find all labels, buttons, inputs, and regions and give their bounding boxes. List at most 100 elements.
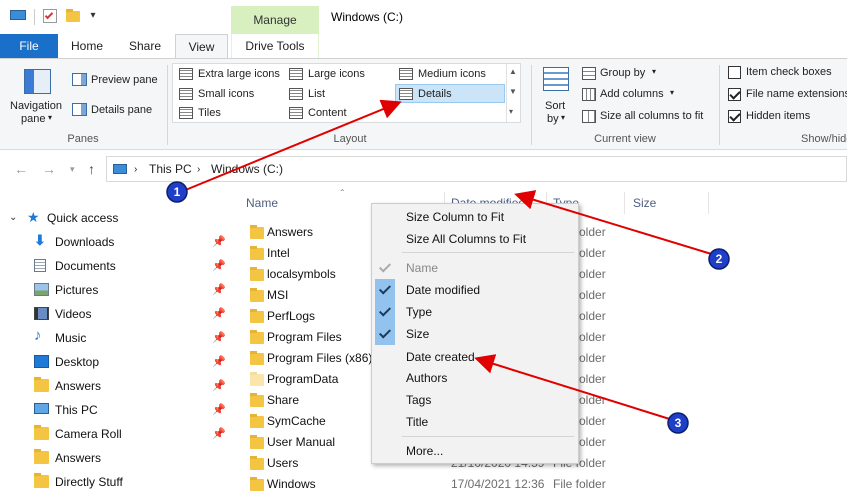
size-all-columns-button[interactable]: Size all columns to fit xyxy=(600,110,703,122)
nav-item-directly-stuff[interactable]: Directly Stuff xyxy=(0,470,236,494)
sort-dropdown-icon[interactable]: ▾ xyxy=(561,113,565,122)
new-folder-icon[interactable] xyxy=(66,9,80,22)
layout-details[interactable]: Details xyxy=(395,84,505,103)
navigation-pane-button[interactable]: Navigation xyxy=(10,100,62,112)
nav-item-this-pc[interactable]: This PC 📌 xyxy=(0,398,236,422)
item-check-boxes-checkbox[interactable] xyxy=(728,66,741,79)
customize-toolbar-icon[interactable]: ▾ xyxy=(86,9,100,23)
check-icon xyxy=(375,257,395,279)
menu-column-type[interactable]: Type xyxy=(372,301,578,323)
nav-item-downloads[interactable]: ⬇ Downloads 📌 xyxy=(0,230,236,254)
address-bar[interactable]: › This PC › Windows (C:) xyxy=(106,156,847,182)
menu-column-tags[interactable]: Tags xyxy=(372,389,578,411)
layout-scrollbar[interactable]: ▲ ▼ ▾ xyxy=(506,64,519,122)
back-arrow-icon[interactable]: ← xyxy=(14,161,28,177)
layout-small-icons[interactable]: Small icons xyxy=(176,85,286,104)
scroll-down-icon[interactable]: ▼ xyxy=(509,87,517,96)
small-icons-icon xyxy=(179,88,193,100)
breadcrumb-separator-icon[interactable]: › xyxy=(197,164,200,175)
breadcrumb-windows-c[interactable]: Windows (C:) xyxy=(211,162,283,176)
preview-pane-button[interactable]: Preview pane xyxy=(91,74,158,86)
nav-item-music[interactable]: ♪ Music 📌 xyxy=(0,326,236,350)
file-name: Users xyxy=(267,456,299,470)
nav-item-videos[interactable]: Videos 📌 xyxy=(0,302,236,326)
nav-pane-dropdown-icon[interactable]: ▾ xyxy=(48,113,52,122)
layout-item-label: Tiles xyxy=(198,107,221,119)
folder-icon xyxy=(34,425,49,440)
nav-item-documents[interactable]: Documents 📌 xyxy=(0,254,236,278)
nav-item-label: Downloads xyxy=(55,235,115,249)
add-columns-button[interactable]: Add columns xyxy=(600,88,664,100)
folder-icon xyxy=(250,330,264,344)
tiles-icon xyxy=(179,107,193,119)
menu-column-date-modified[interactable]: Date modified xyxy=(372,279,578,301)
recent-locations-icon[interactable]: ▾ xyxy=(70,164,75,175)
tab-file[interactable]: File xyxy=(0,34,58,58)
menu-item-label: Tags xyxy=(406,393,432,407)
details-pane-button[interactable]: Details pane xyxy=(91,104,152,116)
nav-item-answers[interactable]: Answers 📌 xyxy=(0,374,236,398)
breadcrumb-this-pc[interactable]: This PC xyxy=(149,162,192,176)
layout-medium-icons[interactable]: Medium icons xyxy=(396,65,506,84)
folder-icon xyxy=(250,435,264,449)
file-row[interactable]: Windows 17/04/2021 12:36 File folder xyxy=(244,474,847,495)
navigation-pane-label-line2: pane xyxy=(21,113,46,125)
navigation-pane-icon[interactable] xyxy=(24,69,51,94)
tab-share[interactable]: Share xyxy=(120,34,170,58)
column-divider[interactable] xyxy=(708,192,709,214)
check-icon xyxy=(375,279,395,301)
layout-large-icons[interactable]: Large icons xyxy=(286,65,396,84)
check-icon xyxy=(375,301,395,323)
nav-item-label: Videos xyxy=(55,307,92,321)
folder-icon xyxy=(250,309,264,323)
expand-gallery-icon[interactable]: ▾ xyxy=(509,107,513,116)
manage-context-tab[interactable]: Manage xyxy=(231,6,319,34)
folder-icon xyxy=(250,393,264,407)
sort-by-label-line2: by xyxy=(547,113,559,125)
layout-list[interactable]: List xyxy=(286,85,396,104)
layout-item-label: List xyxy=(308,88,326,100)
menu-more[interactable]: More... xyxy=(372,440,578,462)
group-by-dropdown-icon[interactable]: ▾ xyxy=(652,67,656,76)
file-name: Program Files (x86) xyxy=(267,351,373,365)
layout-item-label: Details xyxy=(418,88,452,100)
chevron-down-icon[interactable]: ⌄ xyxy=(9,212,17,223)
breadcrumb-separator-icon[interactable]: › xyxy=(134,164,137,175)
properties-icon[interactable] xyxy=(43,9,57,23)
scroll-up-icon[interactable]: ▲ xyxy=(509,67,517,76)
column-header-size[interactable]: Size xyxy=(633,188,703,218)
tab-home[interactable]: Home xyxy=(62,34,112,58)
menu-column-size[interactable]: Size xyxy=(372,323,578,345)
up-arrow-icon[interactable]: ↑ xyxy=(88,161,95,177)
layout-content[interactable]: Content xyxy=(286,104,396,123)
group-divider xyxy=(167,65,168,145)
tab-drive-tools[interactable]: Drive Tools xyxy=(231,34,319,58)
menu-size-column-to-fit[interactable]: Size Column to Fit xyxy=(372,206,578,228)
file-name: MSI xyxy=(267,288,289,302)
quick-access[interactable]: ⌄ ★ Quick access xyxy=(0,206,236,230)
menu-column-title[interactable]: Title xyxy=(372,411,578,433)
menu-size-all-columns-to-fit[interactable]: Size All Columns to Fit xyxy=(372,228,578,250)
folder-icon xyxy=(250,246,264,260)
group-by-button[interactable]: Group by xyxy=(600,67,645,79)
nav-item-answers-2[interactable]: Answers xyxy=(0,446,236,470)
column-divider[interactable] xyxy=(624,192,625,214)
layout-tiles[interactable]: Tiles xyxy=(176,104,286,123)
add-columns-dropdown-icon[interactable]: ▾ xyxy=(670,88,674,97)
nav-item-camera-roll[interactable]: Camera Roll 📌 xyxy=(0,422,236,446)
folder-icon xyxy=(250,414,264,428)
layout-extra-large-icons[interactable]: Extra large icons xyxy=(176,65,286,84)
nav-item-pictures[interactable]: Pictures 📌 xyxy=(0,278,236,302)
sort-by-button[interactable]: Sort xyxy=(545,100,565,112)
menu-column-date-created[interactable]: Date created xyxy=(372,346,578,368)
file-name-extensions-checkbox[interactable] xyxy=(728,88,741,101)
check-icon xyxy=(375,323,395,345)
menu-item-label: Size Column to Fit xyxy=(406,210,505,224)
folder-icon xyxy=(250,351,264,365)
nav-item-desktop[interactable]: Desktop 📌 xyxy=(0,350,236,374)
folder-icon xyxy=(250,288,264,302)
hidden-items-checkbox[interactable] xyxy=(728,110,741,123)
tab-view[interactable]: View xyxy=(175,34,228,59)
menu-column-authors[interactable]: Authors xyxy=(372,367,578,389)
forward-arrow-icon[interactable]: → xyxy=(42,161,56,177)
